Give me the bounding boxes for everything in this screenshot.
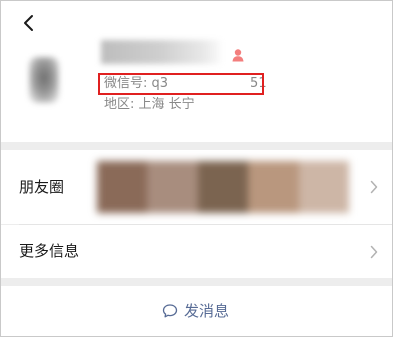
moments-thumbnail <box>298 161 350 213</box>
nickname-redacted <box>101 40 221 64</box>
send-message-button[interactable]: 发消息 <box>1 286 392 336</box>
moments-thumbnail <box>147 161 198 213</box>
moments-thumbnail <box>197 161 249 213</box>
moments-thumbnails <box>97 161 350 213</box>
chevron-right-icon <box>370 180 378 194</box>
send-message-content: 发消息 <box>162 301 229 321</box>
profile-header: 微信号: q3 51 地区: 上海 长宁 <box>1 1 392 142</box>
back-arrow-icon[interactable] <box>19 13 39 33</box>
female-person-icon <box>232 49 244 62</box>
moments-thumbnail <box>248 161 299 213</box>
avatar[interactable] <box>29 57 59 103</box>
moments-label: 朋友圈 <box>19 178 65 196</box>
region-text: 地区: 上海 长宁 <box>104 97 195 112</box>
chat-bubble-icon <box>162 304 178 318</box>
contact-profile-screen: 微信号: q3 51 地区: 上海 长宁 朋友圈 更多信息 发消息 <box>0 0 393 337</box>
more-info-row[interactable]: 更多信息 <box>1 225 392 278</box>
moments-row[interactable]: 朋友圈 <box>1 150 392 224</box>
wechat-id-highlight-box <box>98 73 264 95</box>
more-info-label: 更多信息 <box>19 242 80 260</box>
chevron-right-icon <box>370 245 378 259</box>
send-message-label: 发消息 <box>184 302 230 320</box>
moments-thumbnail <box>97 161 148 213</box>
